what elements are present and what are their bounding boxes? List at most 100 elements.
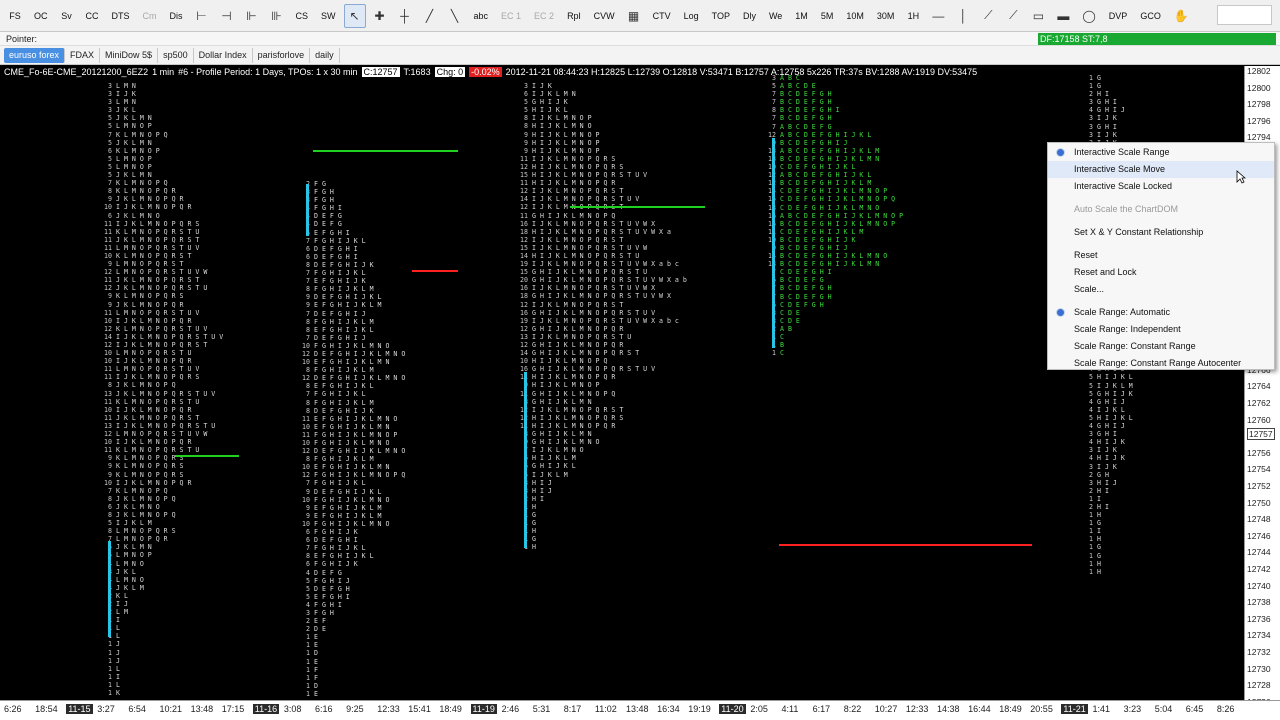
toolbar-button-1m[interactable]: 1M [790, 4, 813, 28]
menu-item-label: Scale Range: Constant Range [1074, 341, 1196, 351]
draw-shape-icon-1[interactable]: │ [952, 4, 974, 28]
scale-tool-icon-2[interactable]: ⊩ [241, 4, 263, 28]
time-axis-label: 15:41 [408, 704, 431, 714]
price-tick-label: 12798 [1247, 99, 1271, 110]
scale-tool-icon-1[interactable]: ⊣ [216, 4, 238, 28]
menu-item-scale-range-constant-range-autocenter[interactable]: Scale Range: Constant Range Autocenter [1048, 355, 1274, 372]
poc-line-2 [779, 544, 1032, 546]
grid-icon[interactable]: ▦ [623, 4, 645, 28]
toolbar-button-rpl[interactable]: Rpl [562, 4, 586, 28]
menu-item-reset-and-lock[interactable]: Reset and Lock [1048, 264, 1274, 281]
scale-tool-icon-0[interactable]: ⊢ [191, 4, 213, 28]
time-axis-label: 2:05 [750, 704, 768, 714]
toolbar-button-abc[interactable]: abc [469, 4, 494, 28]
price-tick-label: 12756 [1247, 447, 1271, 458]
drawing-tool-icon-0[interactable]: ↖ [343, 3, 366, 28]
df-status-badge: DF:17158 ST:7,8 [1038, 33, 1276, 45]
toolbar-button-dis[interactable]: Dis [165, 4, 188, 28]
hand-icon[interactable]: ✋ [1169, 4, 1194, 28]
toolbar-button-dly[interactable]: Dly [738, 4, 761, 28]
drawing-tool-icon-3[interactable]: ╱ [419, 4, 441, 28]
time-axis-label: 6:45 [1185, 704, 1204, 714]
time-axis-label: 1:41 [1092, 704, 1111, 714]
menu-item-label: Set X & Y Constant Relationship [1074, 227, 1204, 237]
draw-shape-icon-0[interactable]: — [927, 4, 949, 28]
toolbar-button-sv[interactable]: Sv [56, 4, 78, 28]
toolbar-button-cs[interactable]: CS [291, 4, 314, 28]
draw-shape-icon-2[interactable]: ⟋ [977, 4, 999, 28]
menu-item-reset[interactable]: Reset [1048, 247, 1274, 264]
scale-tool-icon-3[interactable]: ⊪ [266, 4, 288, 28]
price-tick-label: 12754 [1247, 464, 1271, 475]
toolbar-button-sw[interactable]: SW [316, 4, 341, 28]
time-axis-label: 3:23 [1123, 704, 1142, 714]
toolbar-button-top[interactable]: TOP [707, 4, 735, 28]
toolbar-button-30m[interactable]: 30M [872, 4, 900, 28]
toolbar-button-oc[interactable]: OC [29, 4, 53, 28]
time-axis-label: 6:26 [4, 704, 22, 714]
search-input[interactable] [1217, 5, 1272, 25]
draw-shape-icon-6[interactable]: ◯ [1077, 4, 1100, 28]
time-axis-label: 5:31 [532, 704, 551, 714]
toolbar-button-ctv[interactable]: CTV [648, 4, 676, 28]
draw-shape-icon-3[interactable]: ⟋ [1002, 4, 1024, 28]
time-axis-label: 3:27 [97, 704, 115, 714]
tpo-count-column-2: 2 3 3 4 4 4 5 7 6 6 8 7 7 8 9 9 7 8 8 7 … [302, 180, 310, 698]
menu-item-interactive-scale-range[interactable]: Interactive Scale Range [1048, 144, 1274, 161]
time-axis-day-label: 11-19 [470, 704, 497, 714]
toolbar-button-ec-2[interactable]: EC 2 [529, 4, 559, 28]
time-axis-label: 19:19 [688, 704, 711, 714]
time-axis-day-label: 11-20 [719, 704, 746, 714]
toolbar-button-dts[interactable]: DTS [107, 4, 135, 28]
price-tick-label: 12734 [1247, 630, 1271, 641]
menu-item-set-x-y-constant-relationship[interactable]: Set X & Y Constant Relationship [1048, 224, 1274, 241]
toolbar-button-ec-1[interactable]: EC 1 [496, 4, 526, 28]
tab-parisforlove[interactable]: parisforlove [253, 47, 311, 63]
time-axis-label: 12:33 [905, 704, 929, 714]
drawing-tool-icon-1[interactable]: ✚ [369, 4, 391, 28]
toolbar-button-5m[interactable]: 5M [816, 4, 839, 28]
toolbar-button-we[interactable]: We [764, 4, 787, 28]
time-axis-label: 20:55 [1030, 704, 1053, 714]
chart-close: C:12757 [361, 67, 400, 77]
price-tick-label: 12732 [1247, 647, 1271, 657]
price-tick-label: 12740 [1247, 580, 1271, 591]
toolbar-button-1h[interactable]: 1H [902, 4, 924, 28]
tpo-profile-1: L M N I J K L M N J K L J K L M N L M N … [116, 82, 224, 698]
toolbar-button-cvw[interactable]: CVW [589, 4, 620, 28]
toolbar-button-cm[interactable]: Cm [138, 4, 162, 28]
time-axis-label: 8:26 [1216, 704, 1235, 714]
radio-check-icon [1057, 309, 1064, 316]
toolbar-button-dvp[interactable]: DVP [1104, 4, 1133, 28]
tab-dollar-index[interactable]: Dollar Index [194, 47, 253, 63]
draw-shape-icon-4[interactable]: ▭ [1027, 4, 1049, 28]
price-tick-label: 12800 [1247, 82, 1271, 93]
price-tick-label: 12738 [1247, 597, 1271, 608]
menu-item-label: Interactive Scale Range [1074, 147, 1170, 157]
toolbar-button-fs[interactable]: FS [4, 4, 26, 28]
tab-euruso-forex[interactable]: euruso forex [4, 47, 66, 63]
drawing-tool-icon-4[interactable]: ╲ [444, 4, 466, 28]
toolbar-button-gco[interactable]: GCO [1135, 4, 1166, 28]
tab-fdax[interactable]: FDAX [65, 47, 101, 63]
draw-shape-icon-5[interactable]: ▬ [1052, 4, 1074, 28]
tab-minidow-5[interactable]: MiniDow 5$ [100, 47, 159, 63]
time-axis-label: 18:49 [439, 704, 462, 714]
menu-item-scale[interactable]: Scale... [1048, 281, 1274, 298]
menu-item-scale-range-independent[interactable]: Scale Range: Independent [1048, 321, 1274, 338]
price-tick-label: 12760 [1247, 414, 1271, 425]
time-axis[interactable]: 6:26 18:54 11-15 3:27 6:54 10:21 13:48 17:15 11-… [0, 700, 1280, 720]
time-axis-day-label: 11-21 [1061, 704, 1088, 714]
toolbar-button-log[interactable]: Log [679, 4, 704, 28]
toolbar-button-cc[interactable]: CC [81, 4, 104, 28]
menu-item-scale-range-automatic[interactable]: Scale Range: Automatic [1048, 304, 1274, 321]
time-axis-day-label: 11-16 [252, 704, 280, 714]
tpo-profile-3: I J K I J K L M N G H I J K H I J K L I … [532, 82, 687, 552]
menu-item-label: Reset [1074, 250, 1098, 260]
tab-daily[interactable]: daily [310, 47, 340, 63]
poc-line-1 [412, 270, 458, 272]
tab-sp500[interactable]: sp500 [158, 47, 194, 63]
menu-item-scale-range-constant-range[interactable]: Scale Range: Constant Range [1048, 338, 1274, 355]
toolbar-button-10m[interactable]: 10M [841, 4, 869, 28]
drawing-tool-icon-2[interactable]: ┼ [394, 4, 416, 28]
